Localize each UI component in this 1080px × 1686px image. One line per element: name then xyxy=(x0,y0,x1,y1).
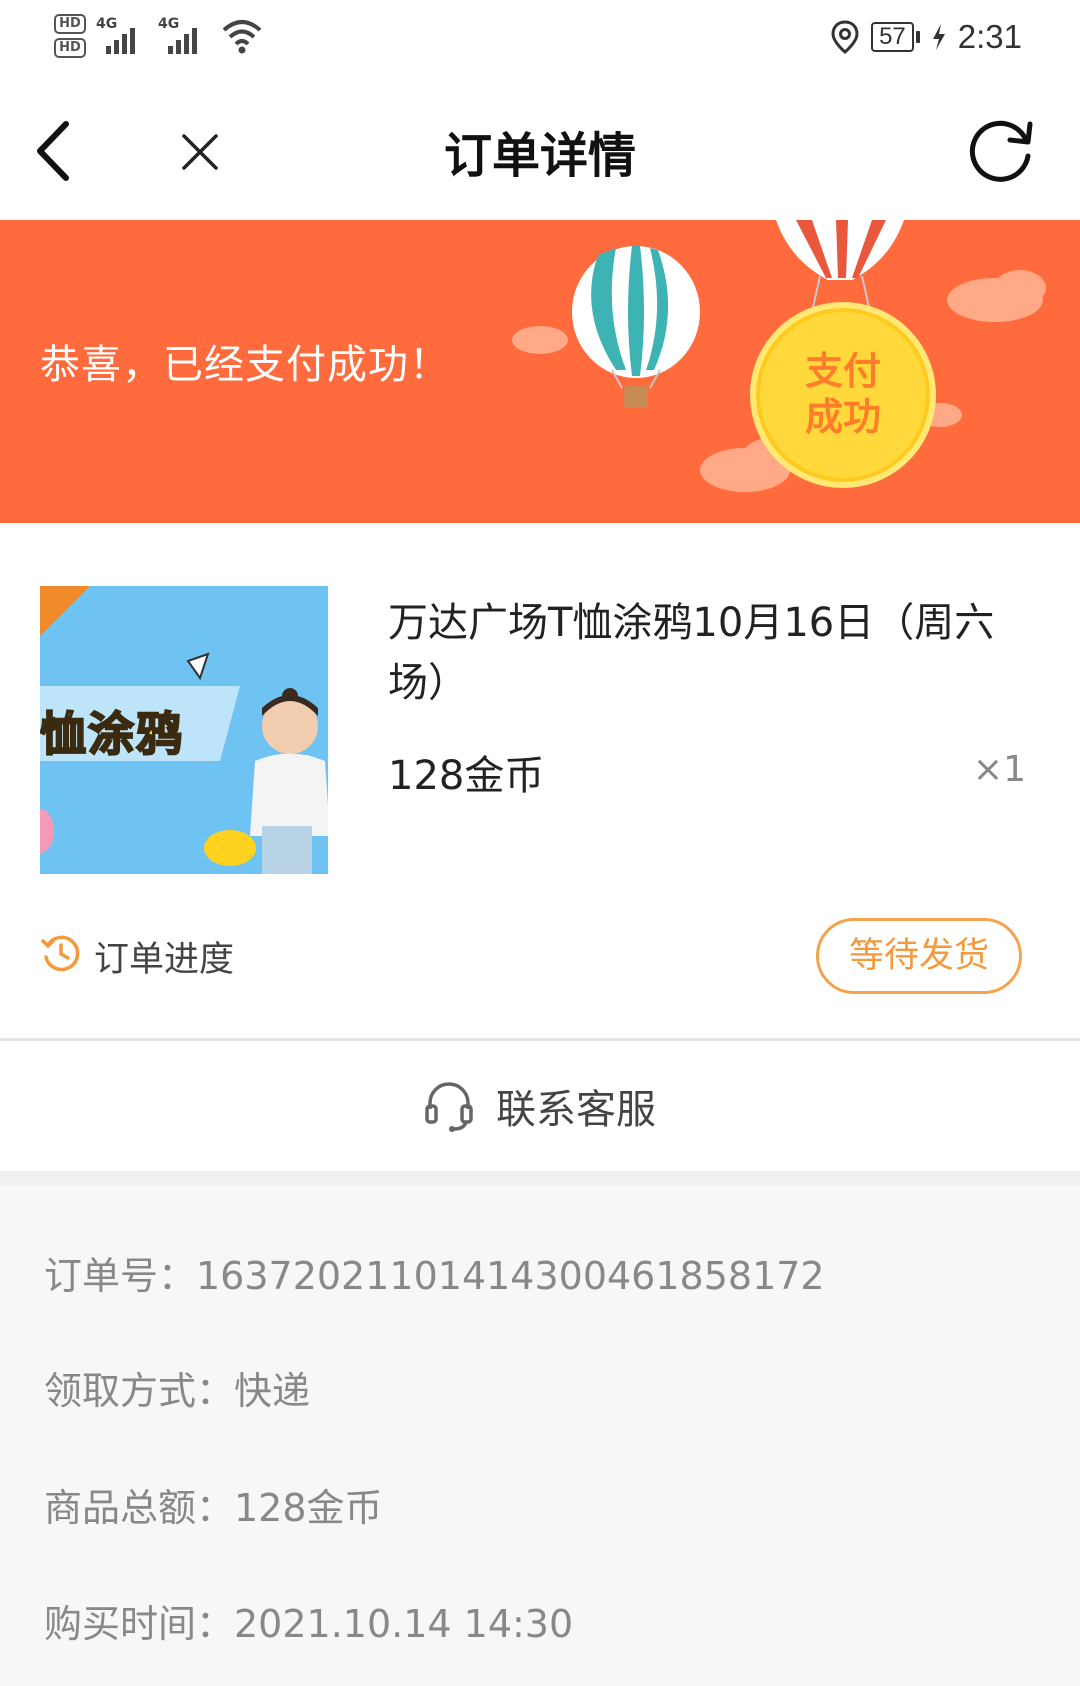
charging-icon xyxy=(932,24,945,50)
battery-icon: 57 xyxy=(871,22,920,52)
history-clock-icon[interactable] xyxy=(40,933,80,973)
product-thumbnail[interactable]: 恤涂鸦 xyxy=(40,586,328,874)
order-number: 订单号：163720211014143004618581​72 xyxy=(44,1254,825,1298)
purchase-time: 购买时间：2021.10.14 14:30 xyxy=(44,1602,574,1646)
battery-level: 57 xyxy=(871,22,914,52)
goods-total: 商品总额：128金币 xyxy=(44,1486,383,1530)
seal-line-1: 支付 xyxy=(804,349,881,393)
product-card[interactable]: 恤涂鸦 万达广场T恤涂鸦10月16日（周六场） 128金币 ×1 订单进度 等待… xyxy=(0,523,1080,1040)
page-title: 订单详情 xyxy=(443,128,636,184)
order-details: 订单号：163720211014143004618581​72 领取方式：快递 … xyxy=(0,1171,1080,1686)
nav-bar: 订单详情 xyxy=(0,80,1080,220)
status-bar-left: HD HD 4G 4G xyxy=(54,14,264,58)
product-name[interactable]: 万达广场T恤涂鸦10月16日（周六场） xyxy=(388,593,1038,713)
sim-indicators: HD HD xyxy=(54,14,86,58)
order-progress-link[interactable]: 订单进度 xyxy=(94,931,234,982)
signal-icon-sim2: 4G xyxy=(158,14,210,54)
sim1-hd-icon: HD xyxy=(54,14,86,34)
product-quantity: ×1 xyxy=(972,749,1026,790)
refresh-icon[interactable] xyxy=(964,112,1040,188)
contact-service-row[interactable]: 联系客服 xyxy=(0,1041,1080,1171)
clock: 2:31 xyxy=(957,18,1022,55)
headset-icon xyxy=(425,1082,473,1132)
status-bar: HD HD 4G 4G 57 2:31 xyxy=(0,0,1080,80)
seal-line-2: 成功 xyxy=(804,395,881,439)
order-status-button[interactable]: 等待发货 xyxy=(816,918,1022,994)
wifi-icon xyxy=(222,20,262,54)
status-bar-right: 57 2:31 xyxy=(831,18,1022,56)
signal-icon-sim1: 4G xyxy=(96,14,148,54)
payment-success-banner: 恭喜，已经支付成功！ 支付 成功 xyxy=(0,220,1080,523)
pickup-method: 领取方式：快递 xyxy=(44,1369,311,1413)
location-icon xyxy=(831,20,859,54)
payment-success-seal: 支付 成功 xyxy=(750,302,936,488)
contact-service-label: 联系客服 xyxy=(496,1087,656,1133)
payment-success-message: 恭喜，已经支付成功！ xyxy=(40,342,450,388)
sim2-hd-icon: HD xyxy=(54,38,86,58)
thumbnail-text: 恤涂鸦 xyxy=(40,706,184,762)
product-price: 128金币 xyxy=(388,753,545,799)
